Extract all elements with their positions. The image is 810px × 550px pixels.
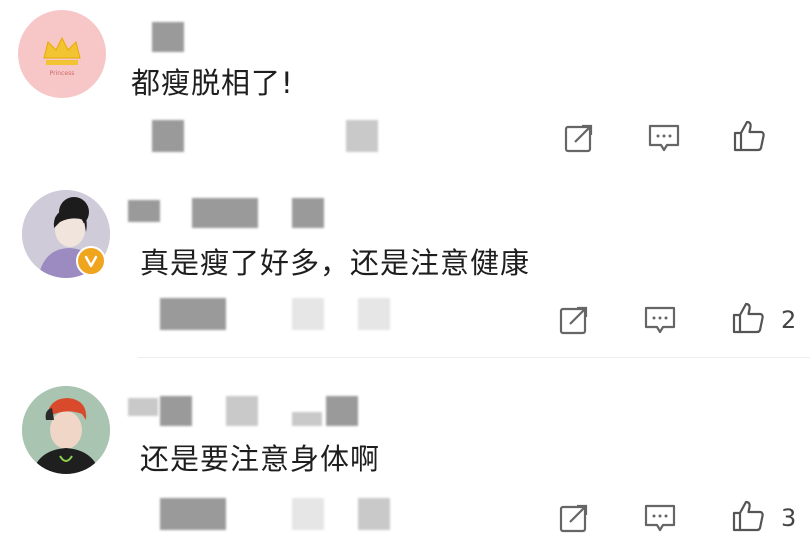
- location-blurred: [292, 498, 324, 530]
- share-icon: [559, 504, 588, 533]
- comment-item: 还是要注意身体啊 3: [0, 0, 810, 550]
- comment-icon: [644, 504, 676, 532]
- share-button[interactable]: [554, 498, 594, 538]
- avatar[interactable]: [22, 386, 110, 474]
- comment-text: 还是要注意身体啊: [140, 442, 381, 476]
- like-count: 3: [781, 504, 797, 532]
- timestamp-blurred: [160, 498, 226, 530]
- username-blurred[interactable]: [128, 398, 158, 416]
- username-blurred[interactable]: [226, 396, 258, 426]
- username-blurred[interactable]: [292, 412, 322, 426]
- reply-blurred[interactable]: [358, 498, 390, 530]
- username-blurred[interactable]: [326, 396, 358, 426]
- username-blurred[interactable]: [160, 396, 192, 426]
- thumbs-up-icon: [732, 500, 764, 532]
- user-photo: [22, 386, 110, 474]
- like-button[interactable]: [728, 496, 768, 536]
- comment-button[interactable]: [640, 498, 680, 538]
